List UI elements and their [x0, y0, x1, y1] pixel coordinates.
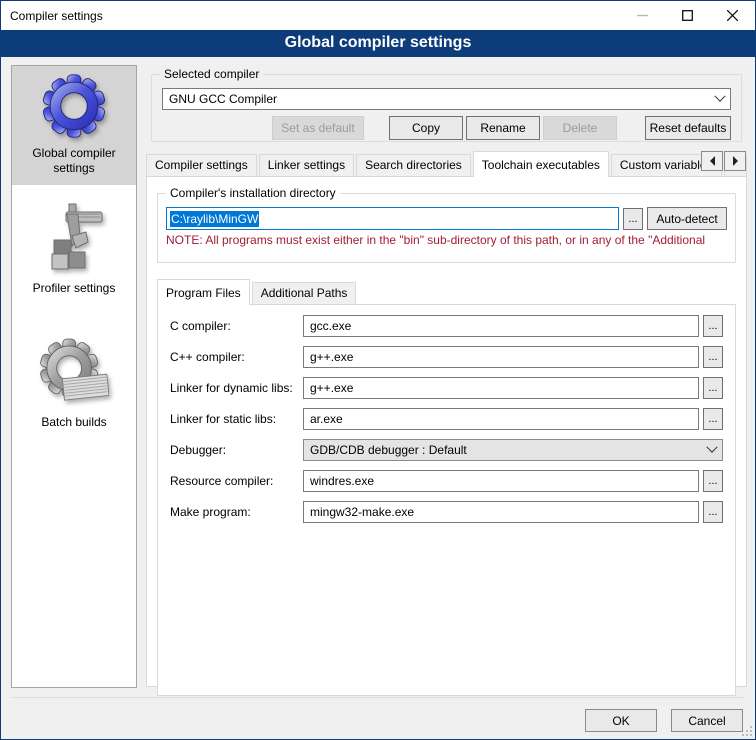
cpp-compiler-label: C++ compiler:	[170, 350, 303, 364]
c-compiler-browse-button[interactable]: ...	[703, 315, 723, 337]
bin-subdirectory-note: NOTE: All programs must exist either in …	[166, 233, 727, 247]
make-program-label: Make program:	[170, 505, 303, 519]
chevron-down-icon	[706, 442, 717, 453]
cpp-compiler-input[interactable]: g++.exe	[303, 346, 699, 368]
cpp-compiler-browse-button[interactable]: ...	[703, 346, 723, 368]
make-program-value: mingw32-make.exe	[310, 505, 414, 519]
static-linker-row: Linker for static libs: ar.exe ...	[170, 408, 723, 430]
sidebar-item-label: Batch builds	[15, 415, 133, 430]
delete-button[interactable]: Delete	[543, 116, 617, 140]
toolchain-executables-page: Compiler's installation directory C:\ray…	[146, 176, 747, 687]
resource-compiler-value: windres.exe	[310, 474, 374, 488]
selected-compiler-group: Selected compiler GNU GCC Compiler Set a…	[151, 74, 742, 142]
debugger-value: GDB/CDB debugger : Default	[310, 443, 708, 457]
installation-directory-value: C:\raylib\MinGW	[170, 211, 259, 227]
debugger-select[interactable]: GDB/CDB debugger : Default	[303, 439, 723, 461]
close-icon	[727, 10, 738, 21]
installation-directory-browse-button[interactable]: ...	[623, 208, 643, 230]
dynamic-linker-value: g++.exe	[310, 381, 353, 395]
settings-category-list: Global compiler settings	[11, 65, 137, 688]
compiler-settings-dialog: Compiler settings Global compiler settin…	[0, 0, 756, 740]
minimize-button[interactable]	[620, 1, 665, 30]
rename-button[interactable]: Rename	[466, 116, 540, 140]
tab-compiler-settings[interactable]: Compiler settings	[146, 154, 257, 176]
static-linker-input[interactable]: ar.exe	[303, 408, 699, 430]
installation-directory-row: C:\raylib\MinGW ... Auto-detect	[166, 207, 727, 230]
sidebar-item-global-compiler-settings[interactable]: Global compiler settings	[12, 66, 136, 185]
auto-detect-button[interactable]: Auto-detect	[647, 207, 727, 230]
tab-linker-settings[interactable]: Linker settings	[259, 154, 354, 176]
minimize-icon	[637, 10, 648, 21]
selected-compiler-group-label: Selected compiler	[160, 67, 263, 81]
program-files-pane: C compiler: gcc.exe ... C++ compiler: g+…	[157, 304, 736, 696]
make-program-browse-button[interactable]: ...	[703, 501, 723, 523]
dynamic-linker-input[interactable]: g++.exe	[303, 377, 699, 399]
close-button[interactable]	[710, 1, 755, 30]
ok-button[interactable]: OK	[585, 709, 657, 732]
compiler-select-value: GNU GCC Compiler	[169, 92, 716, 106]
installation-directory-group: Compiler's installation directory C:\ray…	[157, 193, 736, 263]
arrow-right-icon	[733, 156, 743, 166]
compiler-select[interactable]: GNU GCC Compiler	[162, 88, 731, 110]
make-program-input[interactable]: mingw32-make.exe	[303, 501, 699, 523]
debugger-row: Debugger: GDB/CDB debugger : Default	[170, 439, 723, 461]
copy-button[interactable]: Copy	[389, 116, 463, 140]
c-compiler-input[interactable]: gcc.exe	[303, 315, 699, 337]
installation-directory-input[interactable]: C:\raylib\MinGW	[166, 207, 619, 230]
sidebar-item-label: Global compiler settings	[15, 146, 133, 176]
make-program-row: Make program: mingw32-make.exe ...	[170, 501, 723, 523]
tab-scroll-buttons	[700, 151, 746, 171]
c-compiler-label: C compiler:	[170, 319, 303, 333]
resource-compiler-label: Resource compiler:	[170, 474, 303, 488]
tab-program-files[interactable]: Program Files	[157, 279, 250, 305]
sidebar-item-profiler-settings[interactable]: Profiler settings	[12, 195, 136, 305]
c-compiler-row: C compiler: gcc.exe ...	[170, 315, 723, 337]
static-linker-value: ar.exe	[310, 412, 343, 426]
sidebar-item-label: Profiler settings	[15, 281, 133, 296]
compiler-buttons-row: Set as default Copy Rename Delete Reset …	[162, 116, 731, 140]
set-as-default-button[interactable]: Set as default	[272, 116, 364, 140]
maximize-button[interactable]	[665, 1, 710, 30]
footer-divider	[11, 697, 745, 698]
tab-additional-paths[interactable]: Additional Paths	[252, 282, 357, 304]
page-title: Global compiler settings	[1, 30, 755, 57]
window-title: Compiler settings	[1, 9, 103, 23]
caliper-icon	[15, 202, 133, 277]
cpp-compiler-value: g++.exe	[310, 350, 353, 364]
cpp-compiler-row: C++ compiler: g++.exe ...	[170, 346, 723, 368]
static-linker-browse-button[interactable]: ...	[703, 408, 723, 430]
tab-toolchain-executables[interactable]: Toolchain executables	[473, 151, 609, 177]
tab-search-directories[interactable]: Search directories	[356, 154, 471, 176]
chevron-down-icon	[714, 91, 725, 102]
settings-tab-strip: Compiler settings Linker settings Search…	[146, 150, 747, 176]
cancel-button[interactable]: Cancel	[671, 709, 743, 732]
main-panel: Selected compiler GNU GCC Compiler Set a…	[146, 65, 747, 687]
dynamic-linker-row: Linker for dynamic libs: g++.exe ...	[170, 377, 723, 399]
debugger-label: Debugger:	[170, 443, 303, 457]
dynamic-linker-browse-button[interactable]: ...	[703, 377, 723, 399]
blue-gear-icon	[15, 73, 133, 142]
reset-defaults-button[interactable]: Reset defaults	[645, 116, 731, 140]
program-files-tab-strip: Program Files Additional Paths	[157, 278, 746, 304]
title-bar: Compiler settings	[1, 1, 755, 30]
maximize-icon	[682, 10, 693, 21]
sidebar-item-batch-builds[interactable]: Batch builds	[12, 331, 136, 439]
resource-compiler-browse-button[interactable]: ...	[703, 470, 723, 492]
dynamic-linker-label: Linker for dynamic libs:	[170, 381, 303, 395]
installation-directory-group-label: Compiler's installation directory	[166, 186, 340, 200]
window-controls	[620, 1, 755, 30]
c-compiler-value: gcc.exe	[310, 319, 351, 333]
resource-compiler-row: Resource compiler: windres.exe ...	[170, 470, 723, 492]
arrow-left-icon	[705, 156, 715, 166]
resource-compiler-input[interactable]: windres.exe	[303, 470, 699, 492]
tab-scroll-left-button[interactable]	[701, 151, 723, 171]
static-linker-label: Linker for static libs:	[170, 412, 303, 426]
gray-gear-stack-icon	[15, 338, 133, 411]
resize-grip[interactable]	[742, 726, 752, 736]
tab-scroll-right-button[interactable]	[724, 151, 746, 171]
